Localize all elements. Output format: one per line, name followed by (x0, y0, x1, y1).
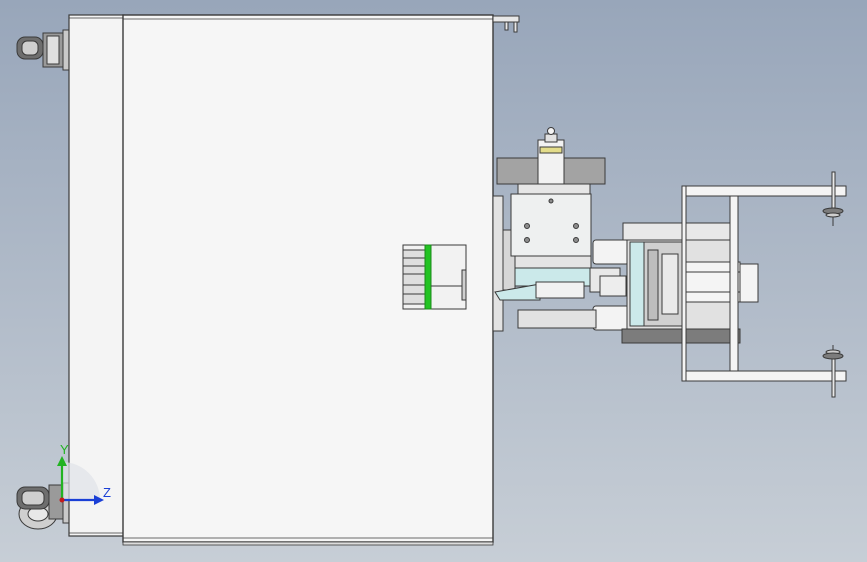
cad-viewport[interactable]: Y Z (0, 0, 867, 562)
y-axis-label: Y (60, 442, 69, 457)
cabinet-side-panel[interactable] (68, 14, 125, 537)
z-axis-label: Z (103, 485, 111, 500)
model-view[interactable]: Y Z (0, 0, 867, 562)
coupling-hub[interactable] (402, 244, 467, 310)
slide-block[interactable] (510, 193, 592, 271)
